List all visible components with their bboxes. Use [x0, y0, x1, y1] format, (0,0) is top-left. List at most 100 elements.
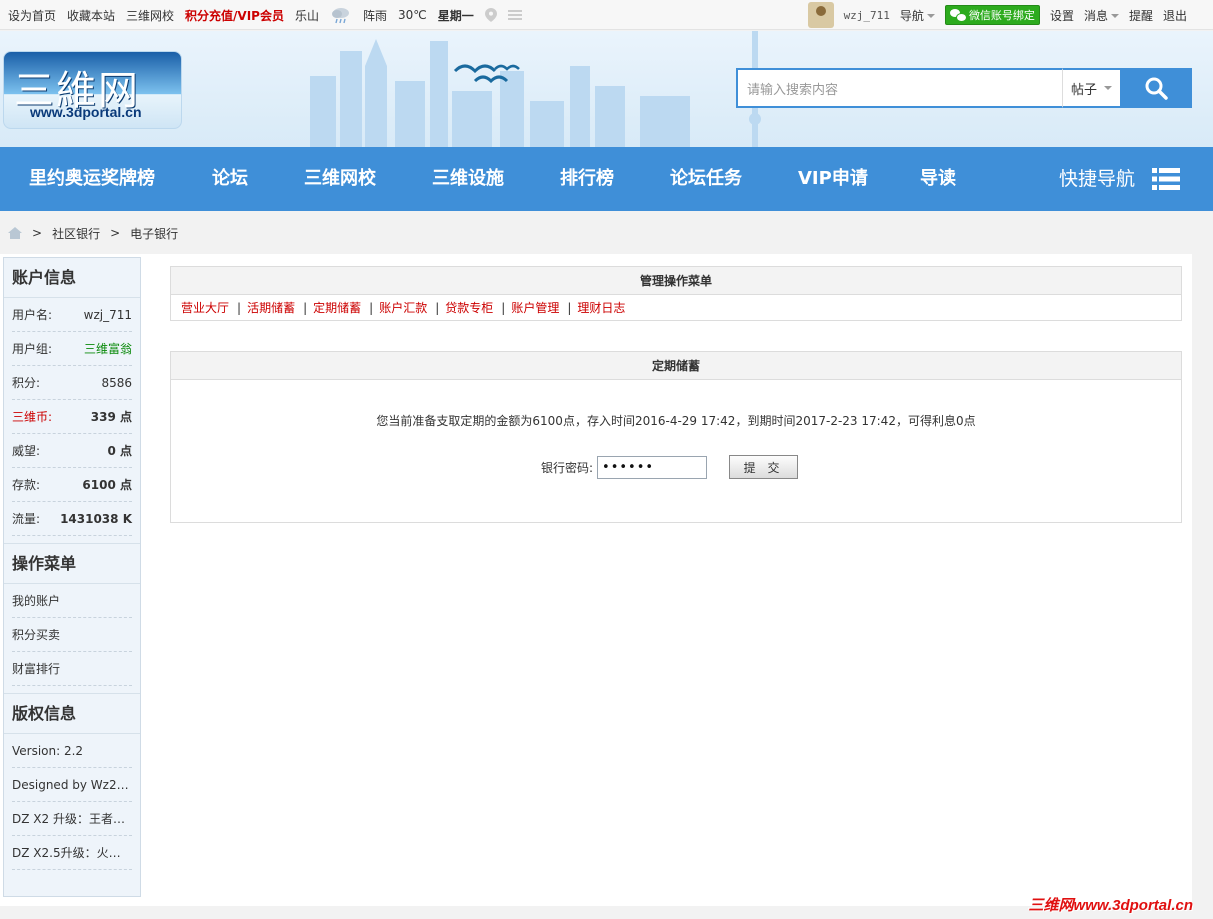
breadcrumb-sep: >	[32, 226, 43, 240]
fixed-deposit-title: 定期储蓄	[171, 352, 1181, 380]
menu-link-fixed[interactable]: 定期储蓄	[313, 299, 361, 316]
weather-temp: 30℃	[398, 8, 427, 22]
nav-item-vip[interactable]: VIP申请	[798, 147, 868, 211]
nav-item-forum[interactable]: 论坛	[212, 147, 248, 211]
nav-item-facilities[interactable]: 三维设施	[432, 147, 504, 211]
copyright-title: 版权信息	[4, 694, 140, 734]
account-value: 339 点	[90, 410, 132, 424]
account-value: 三维富翁	[83, 342, 132, 356]
copyright-row: DZ X2.5升级：火舞飞扬	[12, 836, 132, 870]
menu-sep: |	[369, 300, 374, 315]
top-bar: 设为首页 收藏本站 三维网校 积分充值/VIP会员 乐山 阵雨 30℃ 星期一 …	[0, 0, 1213, 30]
copyright-row: Designed by Wz2008 & ...	[12, 768, 132, 802]
site-logo[interactable]: 三維网 www.3dportal.cn	[3, 51, 182, 129]
weekday: 星期一	[437, 8, 474, 23]
nav-dropdown-label: 导航	[899, 8, 924, 23]
account-row: 积分: 8586	[12, 366, 132, 400]
bank-password-input[interactable]: ••••••	[597, 455, 708, 479]
breadcrumb-bank[interactable]: 社区银行	[52, 225, 100, 242]
sidebar-item-points-trade[interactable]: 积分买卖	[12, 618, 132, 652]
top-left-links: 设为首页 收藏本站 三维网校 积分充值/VIP会员 乐山 阵雨 30℃ 星期一	[8, 0, 522, 30]
search-bar: 请输入搜索内容 帖子	[736, 68, 1192, 108]
set-homepage-link[interactable]: 设为首页	[8, 7, 56, 24]
fixed-deposit-panel: 定期储蓄 您当前准备支取定期的金额为6100点，存入时间2016-4-29 17…	[170, 351, 1182, 523]
account-row: 用户名: wzj_711	[12, 298, 132, 332]
menu-link-loan[interactable]: 贷款专柜	[445, 299, 493, 316]
nav-item-ranking[interactable]: 排行榜	[560, 147, 614, 211]
weather-desc: 阵雨	[363, 8, 388, 23]
submit-button[interactable]: 提 交	[729, 455, 799, 479]
wechat-bind-label: 微信账号绑定	[968, 9, 1035, 22]
menu-link-demand[interactable]: 活期储蓄	[247, 299, 295, 316]
messages-dropdown[interactable]: 消息	[1084, 7, 1119, 24]
password-form: 银行密码: •••••• 提 交	[541, 454, 799, 480]
wechat-bind-button[interactable]: 微信账号绑定	[944, 5, 1040, 25]
search-button[interactable]	[1120, 68, 1192, 108]
menu-sep: |	[303, 300, 308, 315]
logout-link[interactable]: 退出	[1163, 7, 1187, 24]
breadcrumb-sep: >	[110, 226, 121, 240]
withdraw-notice: 您当前准备支取定期的金额为6100点，存入时间2016-4-29 17:42，到…	[376, 414, 976, 428]
search-type-select[interactable]: 帖子	[1062, 68, 1120, 108]
divider	[4, 686, 140, 694]
admin-menu-title: 管理操作菜单	[171, 267, 1181, 295]
sidebar-item-my-account[interactable]: 我的账户	[12, 584, 132, 618]
site-header: 三維网 www.3dportal.cn 请输入搜索内容 帖子	[0, 31, 1213, 147]
avatar[interactable]	[807, 2, 834, 28]
main-nav: 里约奥运奖牌榜 论坛 三维网校 三维设施 排行榜 论坛任务 VIP申请 导读 快…	[0, 147, 1213, 211]
bank-password-label: 银行密码:	[541, 460, 594, 475]
account-key: 流量:	[12, 512, 41, 526]
account-row: 用户组: 三维富翁	[12, 332, 132, 366]
location-pin-icon[interactable]	[484, 8, 497, 22]
messages-label: 消息	[1083, 8, 1108, 23]
list-menu-icon[interactable]	[1152, 168, 1180, 190]
copyright-row: Version: 2.2	[12, 734, 132, 768]
account-key: 存款:	[12, 478, 41, 492]
nav-dropdown[interactable]: 导航	[900, 7, 935, 24]
account-row: 流量: 1431038 K	[12, 502, 132, 536]
account-key: 用户组:	[12, 342, 53, 356]
account-key: 积分:	[12, 376, 41, 390]
account-value: 0 点	[107, 444, 132, 458]
weather-city: 乐山	[294, 8, 319, 23]
chevron-down-icon	[1104, 86, 1112, 90]
admin-menu-panel: 管理操作菜单 营业大厅 | 活期储蓄 | 定期储蓄 | 账户汇款 | 贷款专柜 …	[170, 266, 1182, 321]
top-right-links: wzj_711 导航 微信账号绑定 设置 消息 提醒 退出	[807, 0, 1187, 30]
chevron-down-icon	[926, 14, 935, 18]
copyright-text: DZ X2 升级：王者之剑	[12, 812, 132, 826]
copyright-text: Version: 2.2	[12, 744, 84, 758]
username[interactable]: wzj_711	[844, 9, 890, 22]
menu-sep: |	[567, 300, 572, 315]
settings-link[interactable]: 设置	[1050, 7, 1074, 24]
account-value: 6100 点	[82, 478, 132, 492]
copyright-text: Designed by Wz2008 & ...	[12, 778, 132, 792]
quick-nav-label[interactable]: 快捷导航	[1059, 147, 1135, 211]
account-info-title: 账户信息	[4, 258, 140, 298]
menu-sep: |	[501, 300, 506, 315]
sidebar-item-wealth-rank[interactable]: 财富排行	[12, 652, 132, 686]
account-row: 存款: 6100 点	[12, 468, 132, 502]
menu-lines-icon[interactable]	[507, 9, 522, 21]
menu-link-manage[interactable]: 账户管理	[511, 299, 559, 316]
city-skyline-banner	[310, 31, 765, 147]
breadcrumb: > 社区银行 > 电子银行	[8, 224, 178, 242]
search-input[interactable]: 请输入搜索内容	[736, 68, 1062, 108]
menu-sep: |	[435, 300, 440, 315]
operation-menu-title: 操作菜单	[4, 544, 140, 584]
home-icon[interactable]	[8, 227, 22, 239]
sidebar: 账户信息 用户名: wzj_711 用户组: 三维富翁 积分: 8586 三维币: 33…	[3, 257, 141, 897]
school-link[interactable]: 三维网校	[126, 7, 174, 24]
menu-link-log[interactable]: 理财日志	[577, 299, 625, 316]
menu-link-lobby[interactable]: 营业大厅	[181, 299, 229, 316]
menu-link-remit[interactable]: 账户汇款	[379, 299, 427, 316]
logo-url: www.3dportal.cn	[30, 104, 142, 120]
vip-link[interactable]: 积分充值/VIP会员	[185, 7, 284, 24]
nav-item-tasks[interactable]: 论坛任务	[670, 147, 742, 211]
breadcrumb-ebank[interactable]: 电子银行	[130, 225, 178, 242]
nav-item-school[interactable]: 三维网校	[304, 147, 376, 211]
remind-link[interactable]: 提醒	[1129, 7, 1153, 24]
nav-item-olympics[interactable]: 里约奥运奖牌榜	[29, 147, 155, 211]
nav-item-guide[interactable]: 导读	[920, 147, 956, 211]
account-key: 三维币:	[12, 410, 53, 424]
bookmark-link[interactable]: 收藏本站	[67, 7, 115, 24]
